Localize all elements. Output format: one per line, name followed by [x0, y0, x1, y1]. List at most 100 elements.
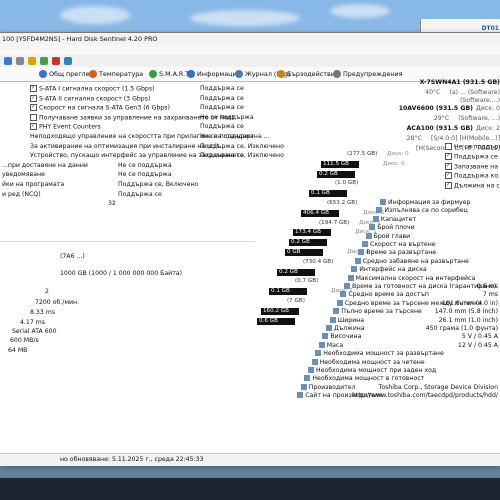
partition-size: (277.5 GB)	[347, 151, 378, 157]
partition-bar[interactable]: 0 GB	[285, 249, 323, 256]
window-title: 100 [Y5FD4M2NS] - Hard Disk Sentinel 4.2…	[2, 35, 158, 43]
feature-checkbox[interactable]	[30, 113, 37, 121]
right-checkbox[interactable]	[445, 162, 452, 170]
drive-entry[interactable]: 28°C [S/4.0.0] [H(Mobile...)]	[255, 135, 500, 142]
partition-bar[interactable]: 173.4 GB	[293, 229, 331, 237]
drive-entry[interactable]: 40°C (а) ... (Software)	[255, 89, 500, 96]
partition-bar[interactable]: 0.2 GB	[277, 268, 315, 276]
feature-label: За активирание на оптимизация при инстал…	[30, 142, 226, 150]
partition-size: (653.2 GB)	[327, 200, 358, 206]
spec-icon	[311, 358, 318, 365]
feature-label: PHY Event Counters	[39, 123, 101, 131]
spec-label: Ширина	[337, 316, 365, 324]
feature-value: Не се поддържа	[200, 133, 254, 140]
drive-entry[interactable]: 29°C (Software, ...)	[255, 115, 500, 122]
tab-icon	[149, 70, 157, 78]
spec-icon	[347, 274, 354, 281]
drive-entry[interactable]: X-7SWN4A1 (931.5 GB)	[255, 79, 500, 86]
spec-value: Toshiba Corp., Storage Device Division	[378, 383, 498, 391]
right-checkbox[interactable]	[445, 182, 452, 190]
right-check-row: Не се поддържа	[445, 143, 500, 151]
spec-label: Необходима мощност при заден ход	[316, 367, 437, 374]
spec-value: 4.17 ms	[20, 319, 45, 326]
spec-row: Брой плочи	[369, 224, 415, 232]
feature-row: и ред (NCQ)	[2, 191, 41, 199]
spec-icon	[329, 316, 336, 323]
right-check-row: Поддържа ко ...	[445, 172, 500, 180]
right-check-label: Поддържа ко ...	[454, 172, 500, 180]
spec-label: Необходима мощност за развъртане	[323, 350, 444, 358]
tab-2[interactable]: Температура	[88, 68, 145, 80]
spec-value: 5 V / 0.45 A	[461, 333, 498, 341]
feature-row: ...при доставяне на данни	[2, 162, 88, 170]
right-checkbox[interactable]	[445, 172, 452, 180]
partition-size: (0.7 GB)	[295, 278, 319, 285]
spec-label: Брой глави	[373, 232, 411, 240]
spec-row: Производител	[300, 383, 356, 391]
feature-label: ...при доставяне на данни	[2, 161, 88, 169]
spec-label: Максимална скорост на интерфейса	[355, 274, 476, 282]
feature-checkbox[interactable]	[30, 123, 37, 131]
partition-bar[interactable]: 0.1 GB	[309, 190, 347, 198]
spec-label: Височина	[330, 333, 362, 341]
drive-detail: [S/4.0.0] [H(Mobile...)]	[430, 135, 500, 142]
feature-checkbox[interactable]	[30, 85, 37, 92]
feature-checkbox[interactable]	[30, 94, 37, 102]
spec-value: 26.1 mm (1.0 inch)	[438, 316, 498, 324]
test-icon[interactable]	[52, 57, 60, 65]
disk-icon[interactable]	[16, 57, 24, 65]
tab-icon	[235, 70, 243, 78]
drive-detail: (Software,...)	[460, 97, 500, 104]
partition-size: (7 GB)	[287, 298, 305, 304]
feature-checkbox[interactable]	[30, 104, 37, 112]
feature-label: и ред (NCQ)	[2, 190, 41, 198]
drive-detail: (а) ... (Software)	[449, 89, 500, 96]
feature-value: Поддържа се	[200, 94, 244, 102]
spec-row: Маса	[318, 341, 343, 349]
spec-row: Изпълнява се по сорибец	[376, 207, 468, 214]
spec-row: Височина	[322, 333, 361, 340]
tab-label: Предупреждения	[343, 70, 403, 78]
spec-icon	[336, 299, 343, 306]
partition-bar[interactable]: 0.2 GB	[289, 239, 327, 247]
tab-icon	[333, 70, 341, 78]
status-bar: но обновяване: 5.11.2025 г., среда 22:45…	[0, 453, 500, 466]
partition-bar[interactable]: 111.5 GB	[321, 160, 359, 168]
spec-label: Интерфейс на диска	[359, 266, 427, 274]
settings-icon[interactable]	[40, 57, 48, 65]
spec-label: Средно време за достъп	[348, 291, 429, 299]
feature-row: За активирание на оптимизация при инстал…	[30, 143, 225, 151]
partition-size: (1.0 GB)	[335, 180, 359, 187]
drive-entry[interactable]: 10AV6600 (931.5 GB) Диск: 0	[255, 105, 500, 112]
spec-icon	[376, 207, 383, 214]
feature-value: Поддържа се	[200, 123, 244, 131]
spec-row: Време за развъртане	[358, 249, 436, 256]
partition-bar[interactable]: 406.4 GB	[301, 209, 339, 217]
tab-icon	[39, 70, 47, 78]
partition-bar[interactable]: 0.2 GB	[317, 170, 355, 178]
right-check-label: Поддържа се	[454, 153, 498, 161]
section-divider	[0, 241, 255, 242]
spec-label: Брой плочи	[377, 224, 415, 232]
feature-value: Не се поддържа	[118, 161, 172, 169]
partition-bar[interactable]: 160.2 GB	[261, 307, 299, 315]
spec-row: Ширина	[329, 316, 365, 324]
report-icon[interactable]	[28, 57, 36, 65]
drive-entry[interactable]: (Software,...)	[255, 97, 500, 104]
drive-detail: Диск: 0	[476, 105, 500, 112]
feature-label: S-ATA I сигнална скорост (1.5 Gbps)	[39, 85, 155, 93]
spec-value: 8.33 ms	[30, 309, 55, 316]
spec-row: Необходима мощност за четене	[311, 358, 425, 366]
spec-value: 147.0 mm (5.8 inch)	[434, 308, 498, 316]
drive-name: X-7SWN4A1 (931.5 GB)	[419, 79, 500, 86]
refresh-icon[interactable]	[4, 57, 12, 65]
feature-label: Скорост на сигнала S-ATA Gen3 (6 Gbps)	[39, 104, 170, 112]
right-checkbox[interactable]	[445, 152, 452, 160]
help-icon[interactable]	[64, 57, 72, 65]
right-checkbox[interactable]	[445, 143, 452, 150]
spec-icon	[351, 266, 358, 273]
drive-entry[interactable]: ACA100 (931.5 GB) Диск: 2	[255, 125, 500, 132]
spec-label: Производител	[308, 383, 356, 391]
partition-bar[interactable]: 0.6 GB	[257, 317, 295, 325]
partition-bar[interactable]: 0.1 GB	[269, 288, 307, 296]
